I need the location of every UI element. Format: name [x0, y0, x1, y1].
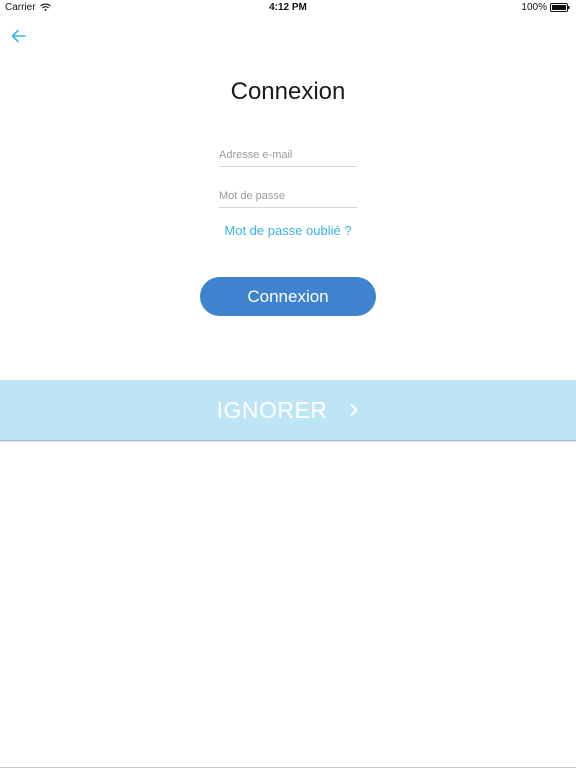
status-time: 4:12 PM [269, 2, 307, 13]
chevron-right-icon [350, 404, 358, 416]
login-screen: Carrier 4:12 PM 100% Connexion Mot de pa… [0, 0, 576, 768]
skip-button[interactable]: IGNORER [0, 380, 576, 441]
arrow-left-icon [11, 29, 26, 43]
forgot-password-link[interactable]: Mot de passe oublié ? [0, 223, 576, 238]
skip-label: IGNORER [216, 396, 328, 423]
email-field[interactable] [219, 144, 357, 167]
password-field[interactable] [219, 185, 357, 208]
status-bar: Carrier 4:12 PM 100% [0, 0, 576, 16]
status-right: 100% [521, 2, 570, 13]
battery-percent: 100% [521, 2, 547, 13]
page-title: Connexion [230, 78, 346, 105]
battery-icon [550, 3, 570, 12]
login-button[interactable]: Connexion [200, 277, 376, 316]
back-button[interactable] [8, 27, 30, 45]
